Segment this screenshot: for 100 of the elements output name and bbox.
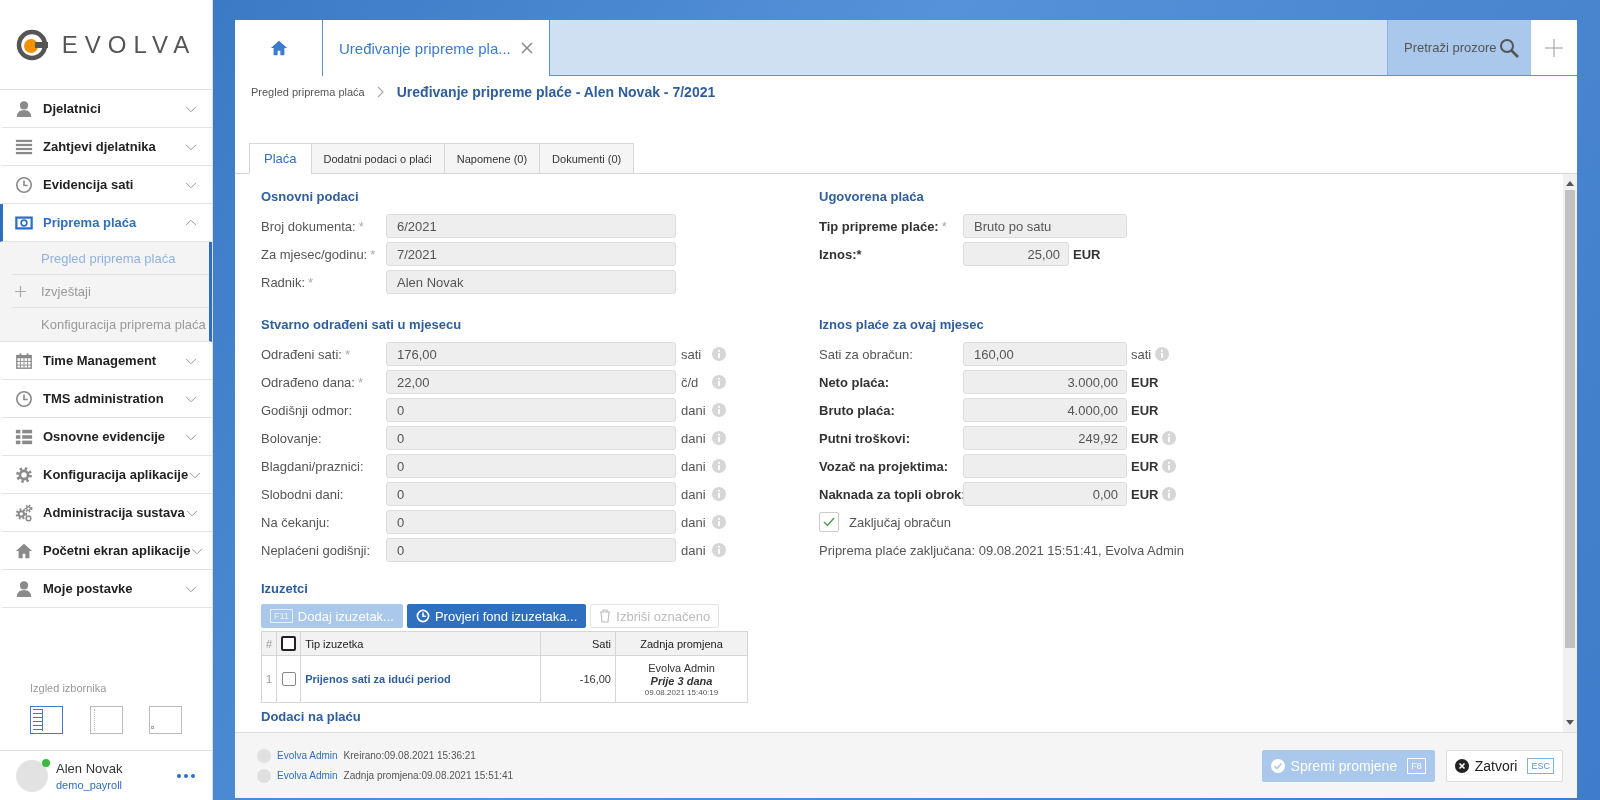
page-title: Uređivanje pripreme plaće - Alen Novak - 7/2021: [396, 84, 716, 100]
tab[interactable]: Plaća: [249, 143, 312, 174]
select-all-checkbox[interactable]: [281, 636, 297, 651]
input-field[interactable]: Bruto po satu: [963, 214, 1127, 238]
changed-by: Evolva Admin: [648, 661, 715, 674]
table-header: Zadnja promjena: [615, 631, 748, 656]
tab[interactable]: Dodatni podaci o plaći: [310, 143, 445, 174]
input-field[interactable]: 176,00: [386, 342, 676, 366]
input-field[interactable]: 22,00: [386, 370, 676, 394]
breadcrumb-link[interactable]: Pregled priprema plaća: [251, 86, 365, 98]
exception-link[interactable]: Prijenos sati za idući period: [305, 673, 451, 685]
input-field[interactable]: 249,92: [963, 426, 1127, 450]
section-heading: Dodaci na plaću: [261, 709, 362, 725]
info-icon: [712, 403, 726, 417]
menu-item[interactable]: Konfiguracija aplikacije: [0, 456, 212, 494]
clock-icon: [15, 175, 33, 194]
logo-icon: [15, 27, 50, 62]
field-label: Na čekanju:: [261, 514, 330, 530]
row-checkbox[interactable]: [281, 672, 296, 687]
audit-text: Zadnja promjena:09.08.2021 15:51:41: [343, 770, 514, 781]
home-icon: [15, 541, 33, 560]
input-field[interactable]: 0,00: [963, 482, 1127, 506]
menu-item[interactable]: Djelatnici: [0, 90, 212, 128]
banknote-icon: [15, 213, 33, 232]
required-mark: *: [308, 274, 314, 290]
required-mark: *: [941, 218, 947, 234]
scroll-up-icon: [1566, 180, 1574, 186]
input-field[interactable]: 160,00: [963, 342, 1127, 366]
unit-label: EUR: [1130, 486, 1160, 502]
info-icon: [1155, 347, 1170, 361]
home-tab[interactable]: [235, 20, 323, 76]
lock-note: Priprema plaće zaključana: 09.08.2021 15:51:41, Evolva Admin: [819, 542, 1184, 558]
username-link[interactable]: demo_payroll: [56, 778, 176, 791]
menu-item[interactable]: Osnovne evidencije: [0, 418, 212, 456]
gears-icon: [15, 503, 33, 522]
menu-item[interactable]: TMS administration: [0, 380, 212, 418]
menu-layout-option[interactable]: [149, 706, 182, 734]
field-label: Bruto plaća:: [819, 402, 895, 418]
user-link[interactable]: Evolva Admin: [277, 770, 338, 781]
input-field[interactable]: 0: [386, 510, 676, 534]
info-icon: [712, 459, 726, 473]
menu-item[interactable]: Moje postavke: [0, 570, 212, 608]
search-icon: [1499, 37, 1519, 58]
tab[interactable]: Dokumenti (0): [539, 143, 635, 174]
field-label: Blagdani/praznici:: [261, 458, 364, 474]
input-field[interactable]: 25,00: [963, 242, 1069, 266]
input-field[interactable]: 0: [386, 454, 676, 478]
menu-layout-option[interactable]: [30, 706, 63, 734]
section-heading: Osnovni podaci: [261, 188, 360, 206]
trash-icon: [599, 609, 612, 623]
input-field[interactable]: 0: [386, 538, 676, 562]
field-label: Za mjesec/godinu:: [261, 246, 368, 262]
scroll-down-icon: [1566, 720, 1574, 726]
scrollbar[interactable]: [1563, 174, 1577, 732]
tab[interactable]: Napomene (0): [443, 143, 541, 174]
unit-label: sati: [1130, 346, 1153, 362]
menu-item[interactable]: Evidencija sati: [0, 166, 212, 204]
menu-item[interactable]: Početni ekran aplikacije: [0, 532, 212, 570]
input-field[interactable]: 6/2021: [386, 214, 676, 238]
menu-item[interactable]: Time Management: [0, 342, 212, 380]
home-icon: [268, 39, 289, 57]
more-icon[interactable]: [176, 772, 196, 779]
menu-item[interactable]: Administracija sustava: [0, 494, 212, 532]
change-timestamp: 09.08.2021 15:40:19: [644, 687, 719, 697]
section-heading: Izuzetci: [261, 580, 309, 598]
clock-icon: [415, 609, 430, 623]
input-field[interactable]: 4.000,00: [963, 398, 1127, 422]
input-field[interactable]: 0: [386, 426, 676, 450]
close-icon[interactable]: [520, 42, 533, 54]
required-mark: *: [344, 346, 350, 362]
plus-icon: [1545, 38, 1563, 57]
close-button[interactable]: Zatvori ESC: [1445, 749, 1563, 782]
input-field[interactable]: [963, 454, 1127, 478]
toolbar-button[interactable]: Provjeri fond izuzetaka...: [406, 604, 587, 628]
user-name: Alen Novak: [56, 760, 124, 776]
list-icon: [15, 427, 33, 446]
input-field[interactable]: 0: [386, 398, 676, 422]
unit-label: dani: [680, 542, 707, 558]
chevron-right-icon: [376, 86, 385, 98]
menu-layout-option[interactable]: [89, 706, 123, 734]
section-heading: Ugovorena plaća: [819, 188, 925, 206]
unit-label: dani: [680, 430, 707, 446]
required-mark: *: [358, 218, 364, 234]
menu-item[interactable]: Zahtjevi djelatnika: [0, 128, 212, 166]
brand-name: EVOLVA: [60, 30, 197, 59]
unit-label: EUR: [1072, 246, 1102, 262]
input-field[interactable]: 3.000,00: [963, 370, 1127, 394]
checkbox[interactable]: [819, 512, 839, 532]
search-windows-button[interactable]: Pretraži prozore: [1387, 20, 1531, 75]
unit-label: č/d: [680, 374, 700, 390]
field-label: Vozač na projektima:: [819, 458, 949, 474]
input-field[interactable]: 7/2021: [386, 242, 676, 266]
input-field[interactable]: Alen Novak: [386, 270, 676, 294]
info-icon: [712, 347, 726, 361]
check-icon: [823, 517, 835, 527]
menu-layout-label: Izgled izbornika: [30, 682, 108, 694]
input-field[interactable]: 0: [386, 482, 676, 506]
window-tab[interactable]: Uređivanje pripreme pla...: [323, 20, 550, 76]
user-link[interactable]: Evolva Admin: [277, 750, 338, 761]
person-icon: [15, 579, 33, 598]
